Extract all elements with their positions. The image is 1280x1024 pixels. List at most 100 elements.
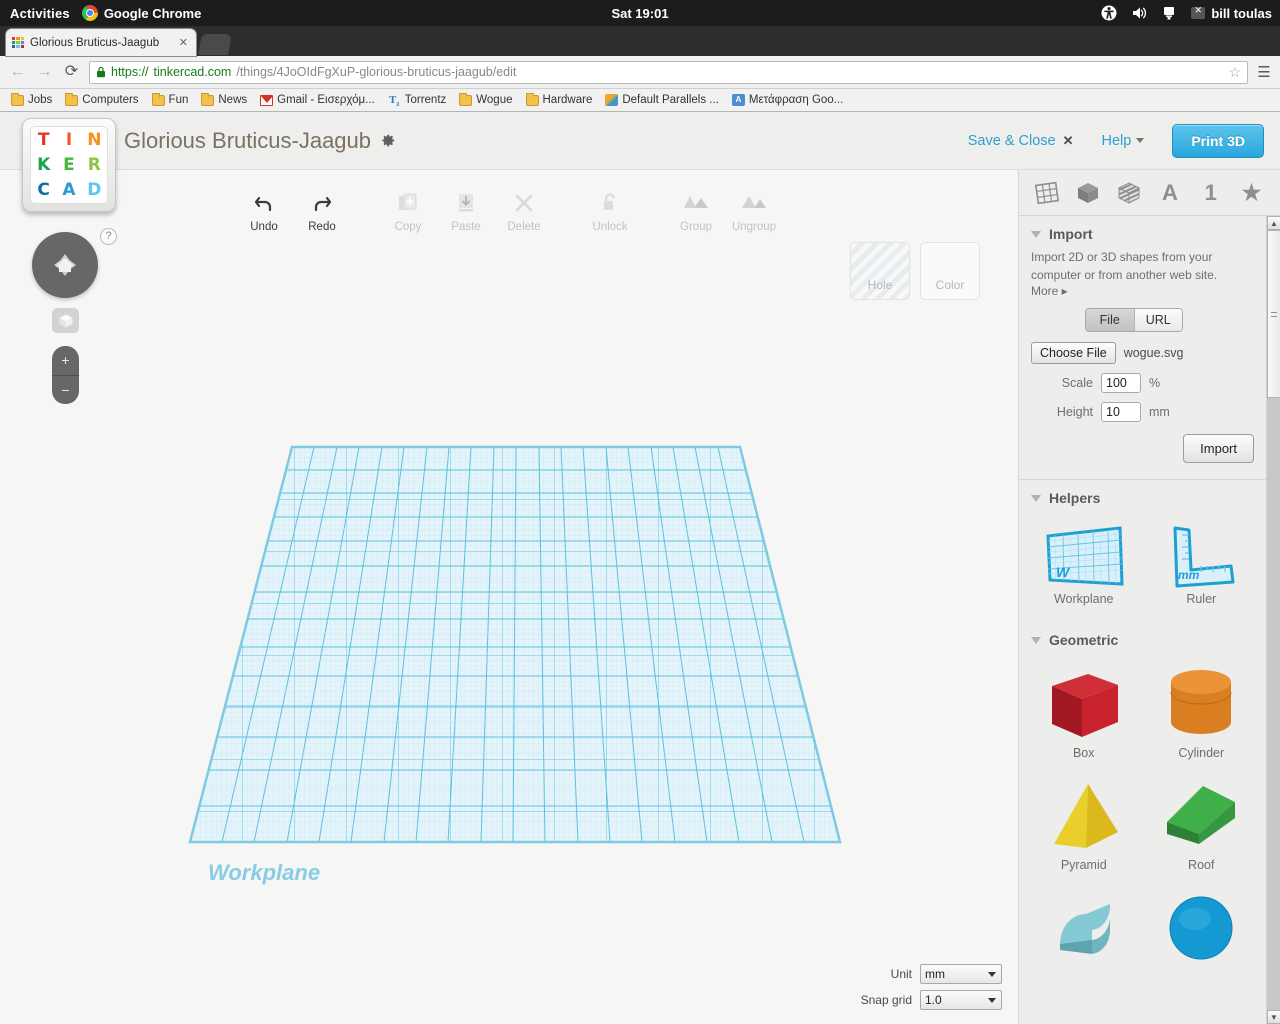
design-title[interactable]: Glorious Bruticus-Jaagub [124,128,371,154]
scroll-down-arrow-icon[interactable]: ▼ [1267,1010,1280,1024]
bookmark-item[interactable]: Gmail - Εισερχόμ... [255,92,380,108]
zoom-controls[interactable]: + − [52,346,79,404]
folder-icon [11,95,24,106]
address-bar[interactable]: https://tinkercad.com/things/4JoOIdFgXuP… [89,61,1248,84]
forward-icon[interactable]: → [35,63,54,82]
volume-icon[interactable] [1131,5,1147,21]
folder-icon [152,95,165,106]
activities-button[interactable]: Activities [0,6,82,21]
import-tab-file[interactable]: File [1086,309,1134,331]
user-name: bill toulas [1211,6,1272,21]
bookmark-item[interactable]: A Μετάφραση Goo... [727,92,848,108]
chrome-menu-icon[interactable]: ☰ [1256,63,1272,81]
user-status-icon [1191,7,1205,19]
import-section-header[interactable]: Import [1019,216,1266,248]
design-canvas[interactable]: Workplane Undo [0,170,1018,1024]
panel-tab-hole[interactable] [1112,176,1146,210]
ruler-shape-icon: mm [1159,522,1243,590]
print-3d-button[interactable]: Print 3D [1172,124,1264,158]
unit-value: mm [925,967,945,981]
bookmark-item[interactable]: Fun [147,92,194,108]
cube-icon [58,313,74,329]
bookmark-item[interactable]: Default Parallels ... [600,92,724,108]
shape-item-workplane[interactable]: W Workplane [1025,516,1143,612]
bookmark-star-icon[interactable]: ☆ [1228,64,1241,81]
reload-icon[interactable]: ⟳ [62,63,81,82]
shape-mode-buttons: Hole Color [850,242,980,300]
shape-item-box[interactable]: Box [1025,658,1143,766]
shape-item-pyramid[interactable]: Pyramid [1025,770,1143,878]
browser-tab[interactable]: Glorious Bruticus-Jaagub ✕ [6,29,196,56]
folder-icon [459,95,472,106]
unit-select[interactable]: mm [920,964,1002,984]
fit-to-view-button[interactable] [52,308,79,333]
import-tab-url[interactable]: URL [1134,309,1183,331]
close-icon[interactable]: ✕ [1063,133,1074,149]
import-action-row: Import [1031,434,1254,463]
collapse-triangle-icon [1031,495,1041,502]
folder-icon [65,95,78,106]
bookmark-item[interactable]: Jobs [6,92,57,108]
logo-letter: R [88,155,101,175]
scroll-up-arrow-icon[interactable]: ▲ [1267,216,1280,230]
help-menu[interactable]: Help [1101,133,1144,149]
bookmark-item[interactable]: Computers [60,92,143,108]
bookmark-item[interactable]: Wogue [454,92,517,108]
panel-scrollbar-track[interactable] [1267,398,1280,1010]
zoom-out-button[interactable]: − [52,376,79,405]
scale-row: Scale 100 % [1031,373,1254,393]
import-button[interactable]: Import [1183,434,1254,463]
chosen-file-name: wogue.svg [1124,346,1184,360]
cylinder-shape-icon [1159,664,1243,744]
zoom-in-button[interactable]: + [52,346,79,376]
display-icon[interactable] [1161,5,1177,21]
box-shape-icon [1042,664,1126,744]
canvas-footer-controls: Unit mm Snap grid 1.0 [861,964,1002,1010]
app-menu-chrome[interactable]: Google Chrome [82,5,202,21]
import-more-link[interactable]: More ▸ [1031,284,1254,298]
back-icon[interactable]: ← [8,63,27,82]
snap-grid-label: Snap grid [861,993,912,1007]
import-source-toggle[interactable]: File URL [1085,308,1183,332]
hole-button[interactable]: Hole [850,242,910,300]
panel-content: Import Import 2D or 3D shapes from your … [1019,216,1280,1024]
new-tab-button[interactable] [198,34,232,55]
bookmark-item[interactable]: Tz Torrentz [383,92,452,108]
home-icon [56,258,74,272]
panel-tab-bar: A 1 ★ [1019,170,1280,216]
choose-file-button[interactable]: Choose File [1031,342,1116,364]
color-button[interactable]: Color [920,242,980,300]
user-menu[interactable]: bill toulas [1191,6,1272,21]
save-and-close-button[interactable]: Save & Close ✕ [968,133,1074,149]
shape-label: Workplane [1054,592,1114,606]
accessibility-icon[interactable] [1101,5,1117,21]
shape-item-cylinder[interactable]: Cylinder [1143,658,1261,766]
panel-tab-favorites[interactable]: ★ [1235,176,1269,210]
snap-grid-select[interactable]: 1.0 [920,990,1002,1010]
height-unit: mm [1149,405,1170,419]
help-icon[interactable]: ? [100,228,117,245]
height-input[interactable]: 10 [1101,402,1141,422]
view-navigation-pad[interactable] [32,232,98,298]
panel-tab-text[interactable]: A [1153,176,1187,210]
bookmark-item[interactable]: News [196,92,252,108]
panel-scrollbar-thumb[interactable] [1267,230,1280,398]
geometric-section-header[interactable]: Geometric [1019,622,1266,654]
helpers-section-header[interactable]: Helpers [1019,480,1266,512]
tab-close-icon[interactable]: ✕ [177,36,190,49]
file-chooser-row: Choose File wogue.svg [1031,342,1254,364]
scale-input[interactable]: 100 [1101,373,1141,393]
tinkercad-logo[interactable]: T I N K E R C A D [22,118,116,212]
shape-item-roof[interactable]: Roof [1143,770,1261,878]
panel-tab-workplane[interactable] [1030,176,1064,210]
gear-icon[interactable] [381,133,396,148]
shape-item-ruler[interactable]: mm Ruler [1143,516,1261,612]
url-host: tinkercad.com [154,65,232,79]
shape-label: Ruler [1186,592,1216,606]
panel-scrollbar[interactable]: ▲ ▼ [1266,216,1280,1024]
bookmark-item[interactable]: Hardware [521,92,598,108]
shape-item-sphere[interactable] [1143,882,1261,976]
panel-tab-solid[interactable] [1071,176,1105,210]
shape-item-round-roof[interactable] [1025,882,1143,976]
panel-tab-number[interactable]: 1 [1194,176,1228,210]
